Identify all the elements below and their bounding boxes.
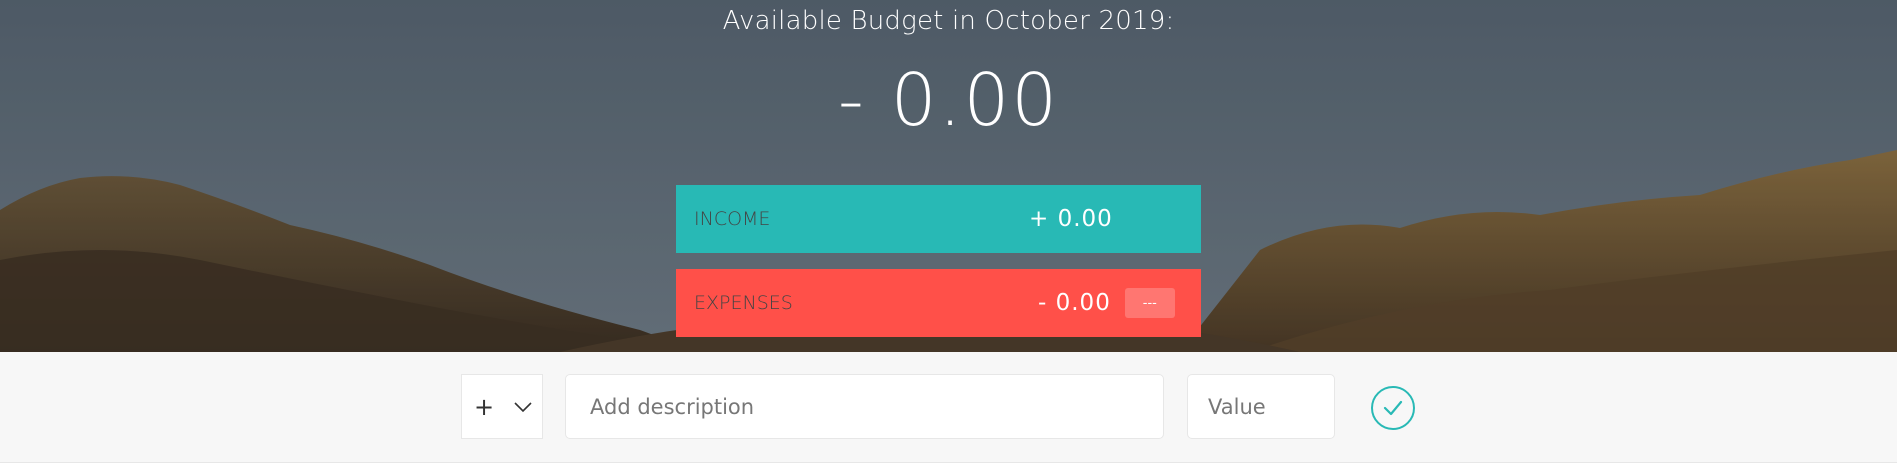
income-label: Income: [694, 208, 771, 230]
expenses-label: Expenses: [694, 292, 793, 314]
expenses-percentage-badge: ---: [1124, 288, 1175, 318]
type-select-value: +: [474, 392, 495, 421]
checkmark-icon: [1383, 400, 1403, 416]
income-value: + 0.00: [1029, 206, 1113, 232]
budget-value: - 0.00: [837, 58, 1060, 142]
value-input[interactable]: [1187, 374, 1335, 439]
expenses-summary: Expenses - 0.00 ---: [676, 269, 1201, 337]
income-summary: Income + 0.00: [676, 185, 1201, 253]
expenses-value: - 0.00: [1038, 290, 1111, 316]
budget-title: Available Budget in October 2019:: [722, 6, 1175, 36]
budget-header: Available Budget in October 2019: - 0.00…: [0, 0, 1897, 352]
add-item-bar: +: [0, 352, 1897, 463]
description-input[interactable]: [565, 374, 1164, 439]
add-confirm-button[interactable]: [1371, 386, 1415, 430]
type-select[interactable]: +: [461, 374, 543, 439]
chevron-down-icon: [514, 402, 532, 413]
